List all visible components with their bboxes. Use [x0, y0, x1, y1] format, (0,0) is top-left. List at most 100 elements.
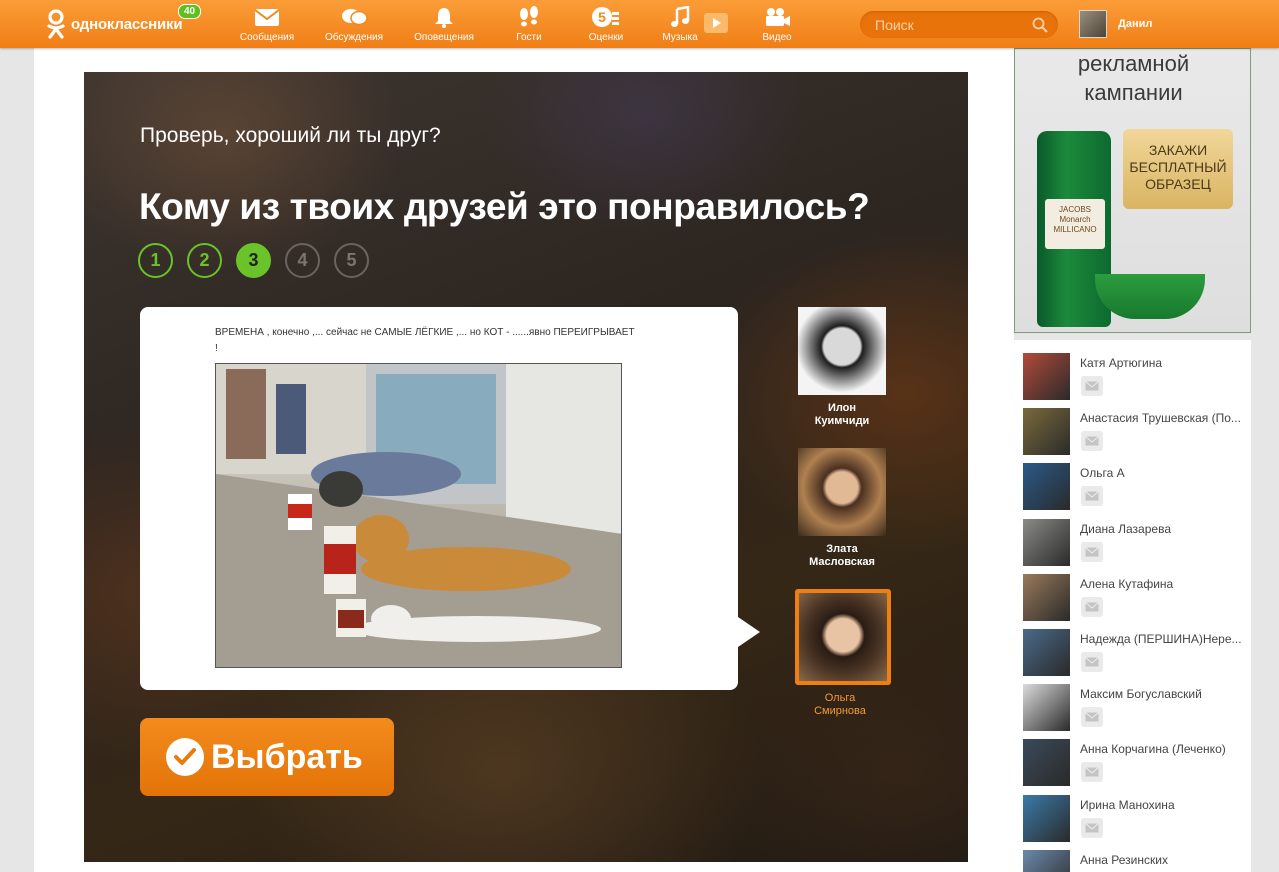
music-play-icon[interactable] [704, 13, 728, 38]
message-icon[interactable] [1081, 596, 1103, 617]
friend-name[interactable]: Анна Корчагина (Леченко) [1080, 742, 1248, 756]
check-icon [166, 738, 204, 776]
step-1[interactable]: 1 [138, 243, 173, 278]
chat-bubbles-icon [342, 9, 368, 26]
list-item[interactable]: Катя Артюгина [1023, 353, 1248, 403]
nav-video[interactable]: Видео [737, 6, 817, 46]
avatar[interactable] [1023, 794, 1070, 842]
avatar[interactable] [1023, 573, 1070, 621]
avatar [1079, 10, 1107, 38]
step-4: 4 [285, 243, 320, 278]
friend-option-3[interactable]: Ольга Смирнова [795, 589, 891, 718]
top-bar: одноклассники 40 Сообщения Обсуждения Оп… [0, 0, 1279, 48]
list-item[interactable]: Анна Корчагина (Леченко) [1023, 739, 1248, 789]
list-item[interactable]: Алена Кутафина [1023, 573, 1248, 624]
nav-guests[interactable]: Гости [489, 6, 569, 46]
ad-headline: рекламной кампании [1077, 51, 1190, 105]
friend-name: Ольга Смирнова [814, 692, 866, 717]
user-name: Данил [1118, 18, 1153, 30]
user-menu[interactable]: Данил [1079, 10, 1152, 38]
footprints-icon [520, 6, 538, 27]
nav-label: Оценки [588, 32, 624, 43]
quiz-subtitle: Проверь, хороший ли ты друг? [140, 124, 441, 147]
message-icon[interactable] [1081, 707, 1103, 728]
nav-label: Сообщения [239, 32, 295, 43]
envelope-icon [254, 9, 280, 26]
nav-label: Гости [516, 32, 542, 43]
nav-label: Видео [762, 32, 792, 43]
logo-badge: 40 [178, 4, 202, 19]
choose-button-label: Выбрать [211, 737, 363, 776]
message-icon[interactable] [1081, 817, 1103, 838]
bell-icon [435, 8, 453, 28]
nav-ratings[interactable]: 5 Оценки [566, 6, 646, 46]
friend-photo [798, 307, 886, 395]
rating-icon: 5 [592, 7, 619, 27]
friend-name[interactable]: Диана Лазарева [1080, 522, 1248, 536]
message-icon[interactable] [1081, 652, 1103, 672]
list-item[interactable]: Анна Резинских [1023, 849, 1248, 872]
friend-option-2[interactable]: Злата Масловская [797, 448, 887, 569]
nav-notifications[interactable]: Оповещения [404, 6, 484, 46]
post-card: ВРЕМЕНА , конечно ,... сейчас не САМЫЕ Л… [140, 307, 760, 690]
friend-photo [795, 589, 891, 685]
avatar[interactable] [1023, 849, 1070, 872]
message-icon[interactable] [1081, 541, 1103, 562]
online-friends-list: Катя Артюгина Анастасия Трушевская (По...… [1014, 340, 1251, 872]
message-icon[interactable] [1081, 762, 1103, 783]
friend-name[interactable]: Катя Артюгина [1080, 356, 1248, 370]
post-text: ВРЕМЕНА , конечно ,... сейчас не САМЫЕ Л… [215, 327, 635, 354]
ad-cta[interactable]: ЗАКАЖИ БЕСПЛАТНЫЙ ОБРАЗЕЦ [1123, 129, 1233, 209]
svg-text:5: 5 [598, 9, 606, 25]
message-icon[interactable] [1081, 376, 1103, 396]
friend-photo [798, 448, 886, 536]
list-item[interactable]: Ольга А [1023, 463, 1248, 513]
avatar[interactable] [1023, 684, 1070, 732]
step-indicator: 1 2 3 4 5 [138, 243, 383, 278]
search-icon[interactable] [1032, 17, 1048, 33]
list-item[interactable]: Ирина Манохина [1023, 794, 1248, 845]
ok-logo-icon [46, 9, 66, 39]
nav-label: Оповещения [414, 32, 474, 43]
nav-label: Обсуждения [324, 32, 384, 43]
avatar[interactable] [1023, 518, 1070, 566]
quiz-title: Кому из твоих друзей это понравилось? [139, 186, 870, 227]
friend-name[interactable]: Надежда (ПЕРШИНА)Нере... [1080, 632, 1248, 646]
friend-option-1[interactable]: Илон Куимчиди [797, 307, 887, 428]
nav-messages[interactable]: Сообщения [227, 6, 307, 46]
friend-name[interactable]: Ирина Манохина [1080, 798, 1248, 812]
choose-button[interactable]: Выбрать [140, 718, 394, 796]
coffee-cup-image [1095, 274, 1205, 319]
nav-discussions[interactable]: Обсуждения [314, 6, 394, 46]
avatar[interactable] [1023, 739, 1070, 787]
step-5: 5 [334, 243, 369, 278]
friend-name[interactable]: Анна Резинских [1080, 853, 1248, 867]
list-item[interactable]: Анастасия Трушевская (По... [1023, 408, 1248, 458]
ad-banner[interactable]: рекламной кампании JACOBS Monarch MILLICANO… [1014, 48, 1251, 333]
coffee-jar-label: JACOBS Monarch MILLICANO [1045, 199, 1105, 249]
post-photo [215, 363, 622, 668]
friend-name[interactable]: Максим Богуславский [1080, 687, 1248, 701]
search-box [860, 11, 1058, 38]
list-item[interactable]: Диана Лазарева [1023, 518, 1248, 569]
video-camera-icon [766, 8, 790, 26]
friend-name[interactable]: Анастасия Трушевская (По... [1080, 411, 1248, 425]
list-item[interactable]: Надежда (ПЕРШИНА)Нере... [1023, 629, 1248, 679]
avatar[interactable] [1023, 353, 1070, 400]
avatar[interactable] [1023, 629, 1070, 676]
search-input[interactable] [860, 11, 1030, 38]
avatar[interactable] [1023, 463, 1070, 511]
friend-name[interactable]: Алена Кутафина [1080, 577, 1248, 591]
step-2[interactable]: 2 [187, 243, 222, 278]
message-icon[interactable] [1081, 486, 1103, 507]
avatar[interactable] [1023, 408, 1070, 456]
step-3[interactable]: 3 [236, 243, 271, 278]
friend-name[interactable]: Ольга А [1080, 466, 1248, 480]
logo-text: одноклассники [71, 15, 183, 33]
friend-name: Илон Куимчиди [814, 402, 870, 427]
site-logo[interactable]: одноклассники [46, 9, 183, 39]
list-item[interactable]: Максим Богуславский [1023, 684, 1248, 734]
music-note-icon [671, 6, 690, 27]
friend-name: Злата Масловская [809, 543, 875, 568]
message-icon[interactable] [1081, 431, 1103, 452]
